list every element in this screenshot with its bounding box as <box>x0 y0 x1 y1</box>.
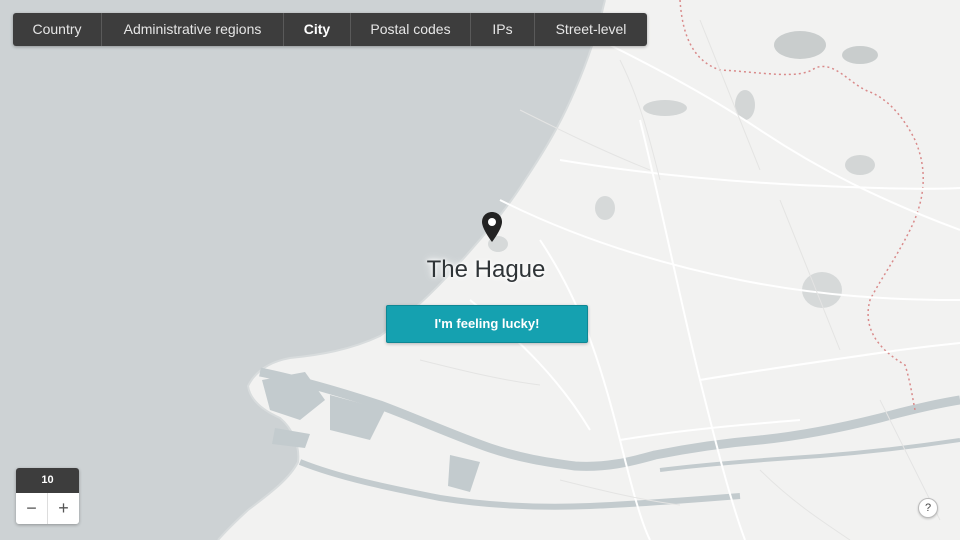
lake-5 <box>845 155 875 175</box>
granularity-tab-bar: Country Administrative regions City Post… <box>13 13 647 46</box>
lake-1 <box>774 31 826 59</box>
map-pin-icon[interactable] <box>480 211 504 243</box>
zoom-out-button[interactable]: − <box>16 493 47 524</box>
tab-street-level[interactable]: Street-level <box>535 13 647 46</box>
zoom-in-button[interactable]: + <box>47 493 79 524</box>
tab-country[interactable]: Country <box>13 13 102 46</box>
zoom-buttons: − + <box>16 493 79 524</box>
tab-ips[interactable]: IPs <box>471 13 535 46</box>
lake-6 <box>802 272 842 308</box>
lake-2 <box>842 46 878 64</box>
tab-city[interactable]: City <box>284 13 351 46</box>
zoom-level-readout: 10 <box>16 468 79 493</box>
tab-administrative-regions[interactable]: Administrative regions <box>102 13 284 46</box>
zoom-control: 10 − + <box>16 468 79 524</box>
feeling-lucky-button[interactable]: I'm feeling lucky! <box>386 305 588 343</box>
lake-7 <box>595 196 615 220</box>
lake-4 <box>643 100 687 116</box>
harbour-basin-4 <box>448 455 480 492</box>
city-label: The Hague <box>426 256 546 283</box>
help-button[interactable]: ? <box>918 498 938 518</box>
tab-postal-codes[interactable]: Postal codes <box>351 13 471 46</box>
